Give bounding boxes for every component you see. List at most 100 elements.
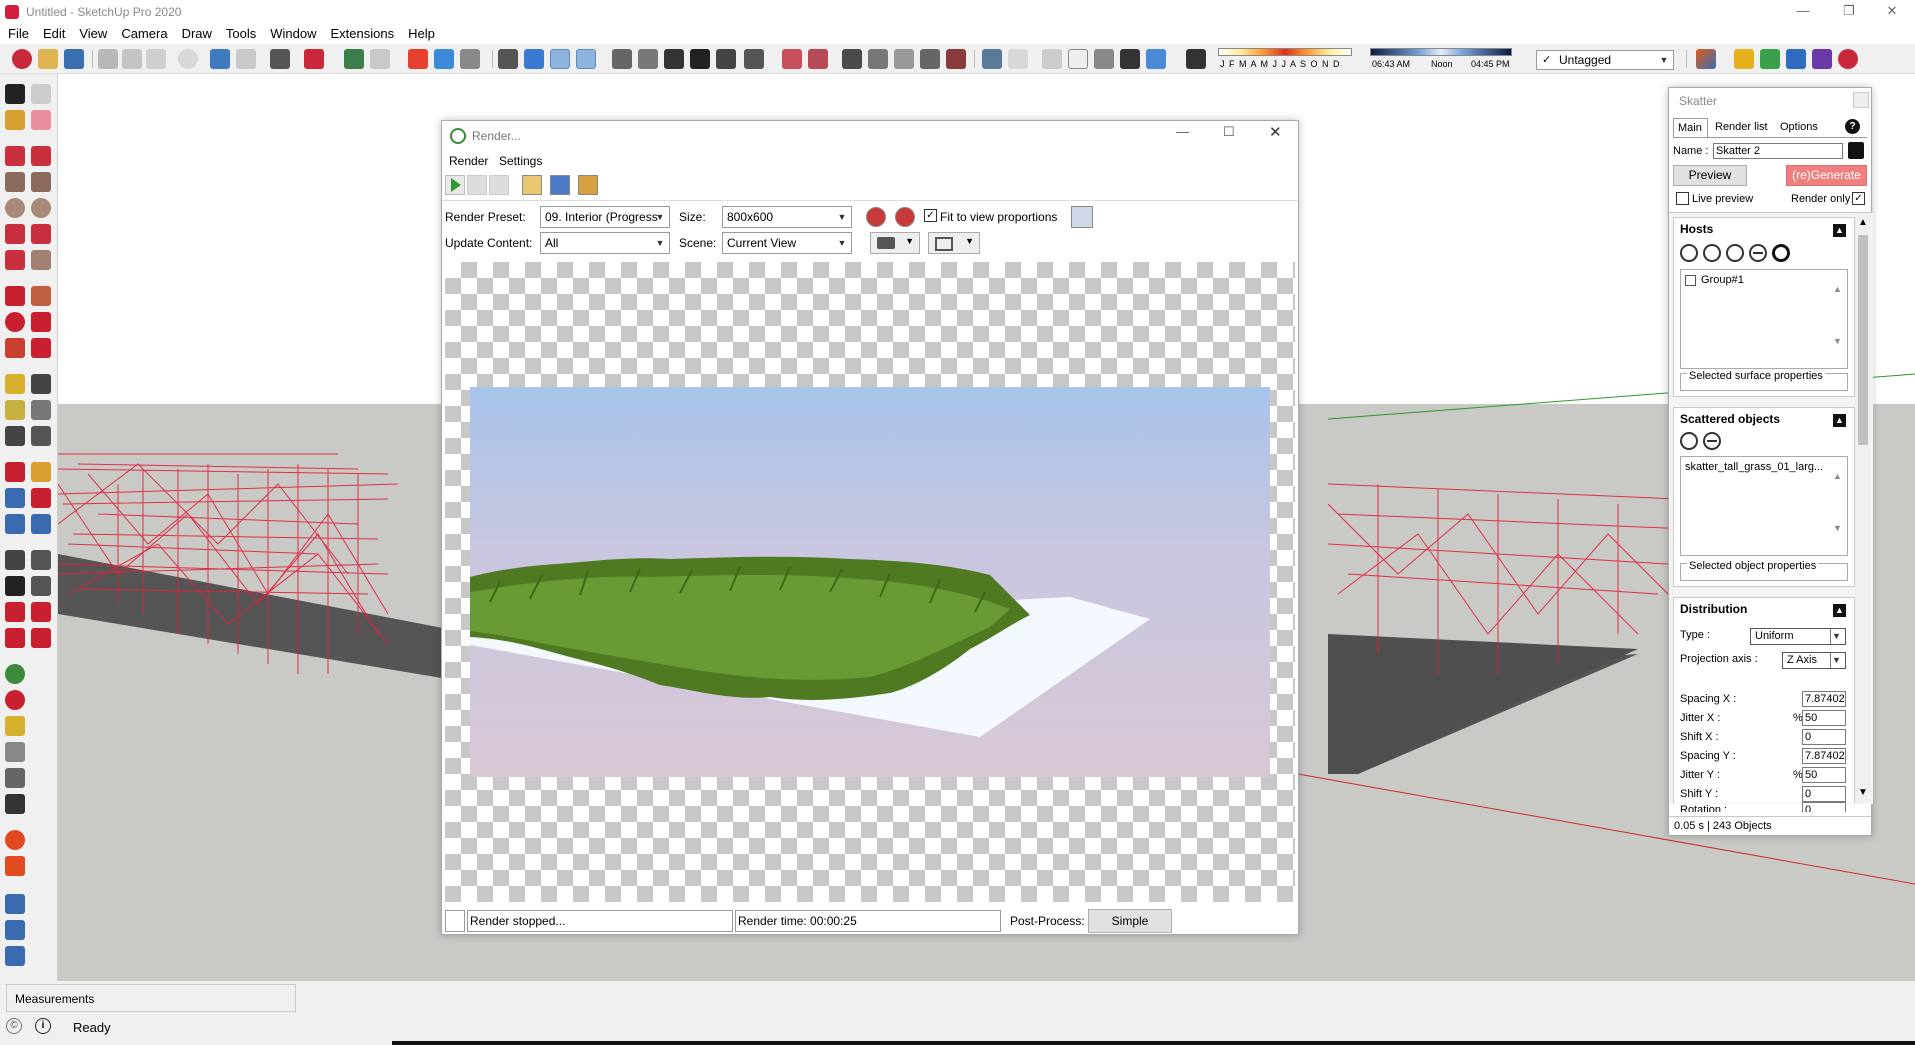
follow-me-tool-icon[interactable] bbox=[31, 312, 51, 332]
circle-icon[interactable] bbox=[5, 198, 25, 218]
type-select[interactable]: Uniform ▼ bbox=[1750, 628, 1846, 645]
face-style-4-icon[interactable] bbox=[1068, 49, 1088, 69]
save-preset-icon[interactable] bbox=[1848, 142, 1864, 159]
look-around-icon[interactable] bbox=[31, 550, 51, 570]
vray-warehouse-blue-icon[interactable] bbox=[1786, 49, 1806, 69]
sandbox-blue-icon[interactable] bbox=[434, 49, 454, 69]
shaded-icon[interactable] bbox=[920, 49, 940, 69]
menu-edit[interactable]: Edit bbox=[36, 24, 72, 44]
size-select[interactable]: 800x600 ▼ bbox=[722, 206, 852, 228]
section-alt-icon[interactable] bbox=[808, 49, 828, 69]
scattered-collapse-icon[interactable]: ▲ bbox=[1833, 414, 1846, 427]
3pt-arc-icon[interactable] bbox=[5, 250, 25, 270]
hosts-refresh-icon[interactable] bbox=[1772, 244, 1790, 262]
sandbox-contour-icon[interactable] bbox=[5, 602, 25, 622]
distribution-collapse-icon[interactable]: ▲ bbox=[1833, 604, 1846, 617]
skatter-grid-icon[interactable] bbox=[5, 856, 25, 876]
lock-aspect-icon[interactable] bbox=[895, 207, 915, 227]
fit-view-checkbox[interactable]: ✓ bbox=[924, 209, 937, 222]
render-dialog-close-button[interactable]: ✕ bbox=[1269, 123, 1282, 141]
scattered-list[interactable]: skatter_tall_grass_01_larg... ▲ ▼ bbox=[1680, 456, 1848, 556]
tag-select[interactable]: ✓ Untagged ▼ bbox=[1536, 50, 1674, 70]
section-plane-icon[interactable] bbox=[1696, 49, 1716, 69]
previous-view-icon[interactable] bbox=[31, 514, 51, 534]
rectangle-icon[interactable] bbox=[5, 172, 25, 192]
undo-icon[interactable] bbox=[210, 49, 230, 69]
geo-location-icon[interactable]: © bbox=[6, 1018, 22, 1034]
render-menu-render[interactable]: Render bbox=[449, 154, 488, 168]
house-alt-icon[interactable] bbox=[716, 49, 736, 69]
minimize-button[interactable]: — bbox=[1780, 0, 1826, 24]
top-view-icon[interactable] bbox=[550, 49, 570, 69]
region-render-icon[interactable] bbox=[866, 207, 886, 227]
hosts-remove-icon[interactable] bbox=[1749, 244, 1767, 262]
render-dialog-maximize-button[interactable]: ☐ bbox=[1223, 124, 1235, 140]
distribute-icon[interactable] bbox=[5, 920, 25, 940]
hosts-list[interactable]: Group#1 ▲ ▼ bbox=[1680, 269, 1848, 369]
render-menu-settings[interactable]: Settings bbox=[499, 154, 542, 168]
menu-extensions[interactable]: Extensions bbox=[324, 24, 402, 44]
hosts-add-component-icon[interactable] bbox=[1726, 244, 1744, 262]
menu-draw[interactable]: Draw bbox=[175, 24, 219, 44]
protractor-icon[interactable] bbox=[5, 400, 25, 420]
menu-view[interactable]: View bbox=[72, 24, 114, 44]
offset-icon[interactable] bbox=[31, 338, 51, 358]
scroll-thumb[interactable] bbox=[1858, 235, 1868, 445]
2pt-arc-icon[interactable] bbox=[31, 224, 51, 244]
scattered-item-label[interactable]: skatter_tall_grass_01_larg... bbox=[1685, 461, 1823, 473]
skatter-scrollbar[interactable]: ▲ ▼ bbox=[1855, 213, 1871, 803]
paste-icon[interactable] bbox=[146, 49, 166, 69]
cut-icon[interactable] bbox=[98, 49, 118, 69]
scroll-down-icon[interactable]: ▼ bbox=[1858, 787, 1868, 798]
sandbox-red-icon[interactable] bbox=[408, 49, 428, 69]
update-content-select[interactable]: All ▼ bbox=[540, 232, 670, 254]
3d-warehouse-icon[interactable] bbox=[370, 49, 390, 69]
surface-props-group[interactable]: Selected surface properties bbox=[1680, 370, 1848, 391]
rotate-icon[interactable] bbox=[5, 312, 25, 332]
save-icon[interactable] bbox=[64, 49, 84, 69]
vray-warehouse-red-icon[interactable] bbox=[1838, 49, 1858, 69]
save-image-icon[interactable] bbox=[522, 175, 542, 195]
scene-select[interactable]: Current View ▼ bbox=[722, 232, 852, 254]
scattered-add-icon[interactable] bbox=[1680, 432, 1698, 450]
style-icon[interactable] bbox=[894, 49, 914, 69]
shadow-month-slider[interactable]: J F M A M J J A S O N D bbox=[1218, 48, 1352, 72]
menu-file[interactable]: File bbox=[1, 24, 36, 44]
open-icon[interactable] bbox=[38, 49, 58, 69]
hosts-collapse-icon[interactable]: ▲ bbox=[1833, 224, 1846, 237]
menu-camera[interactable]: Camera bbox=[114, 24, 174, 44]
arc-icon[interactable] bbox=[5, 224, 25, 244]
zoom-extents-icon[interactable] bbox=[5, 514, 25, 534]
spacing-x-input[interactable]: 7.87402 bbox=[1802, 691, 1846, 707]
extension-warehouse-icon[interactable] bbox=[344, 49, 364, 69]
paint-bucket-icon[interactable] bbox=[5, 110, 25, 130]
vray-proxy-icon[interactable] bbox=[5, 768, 25, 788]
select-arrow-icon[interactable] bbox=[5, 84, 25, 104]
spacing-y-input[interactable]: 7.87402 bbox=[1802, 748, 1846, 764]
move-icon[interactable] bbox=[5, 286, 25, 306]
postprocess-select[interactable]: Simple bbox=[1088, 909, 1172, 933]
vray-render-icon[interactable] bbox=[5, 664, 25, 684]
menu-window[interactable]: Window bbox=[263, 24, 323, 44]
redo-icon[interactable] bbox=[236, 49, 256, 69]
copy-icon[interactable] bbox=[122, 49, 142, 69]
preview-button[interactable]: Preview bbox=[1673, 165, 1747, 186]
shift-x-input[interactable]: 0 bbox=[1802, 729, 1846, 745]
scattered-remove-icon[interactable] bbox=[1703, 432, 1721, 450]
stop-render-icon[interactable] bbox=[489, 175, 509, 195]
pause-render-icon[interactable] bbox=[467, 175, 487, 195]
walk-icon[interactable] bbox=[5, 576, 25, 596]
skatter-tab-options[interactable]: Options bbox=[1780, 121, 1818, 133]
sandbox-scratch-icon[interactable] bbox=[31, 602, 51, 622]
back-view-icon[interactable] bbox=[638, 49, 658, 69]
iso-view-icon[interactable] bbox=[524, 49, 544, 69]
zoom-icon[interactable] bbox=[5, 488, 25, 508]
menu-tools[interactable]: Tools bbox=[219, 24, 263, 44]
line-icon[interactable] bbox=[5, 146, 25, 166]
vray-light-icon[interactable] bbox=[5, 716, 25, 736]
jitter-y-input[interactable]: 50 bbox=[1802, 767, 1846, 783]
push-pull-tool-icon[interactable] bbox=[31, 286, 51, 306]
fit-frame-icon[interactable] bbox=[1071, 206, 1093, 228]
camera-menu-icon[interactable]: ▼ bbox=[870, 232, 920, 254]
align-icon[interactable] bbox=[5, 894, 25, 914]
